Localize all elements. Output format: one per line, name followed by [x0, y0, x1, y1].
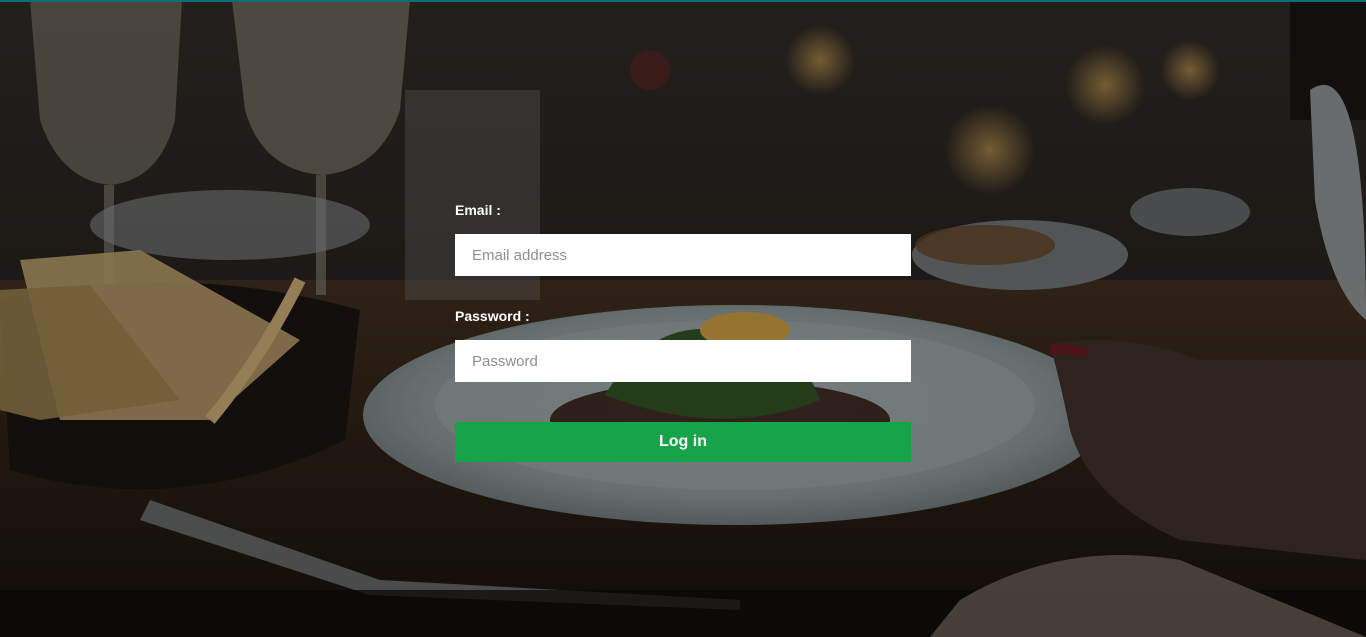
top-accent-bar	[0, 0, 1366, 2]
email-input[interactable]	[455, 234, 911, 276]
email-label: Email :	[455, 202, 501, 218]
login-form: Email : Password : Log in	[455, 200, 911, 462]
login-page: Email : Password : Log in	[0, 0, 1366, 637]
password-label: Password :	[455, 308, 530, 324]
login-button[interactable]: Log in	[455, 422, 911, 462]
password-input[interactable]	[455, 340, 911, 382]
